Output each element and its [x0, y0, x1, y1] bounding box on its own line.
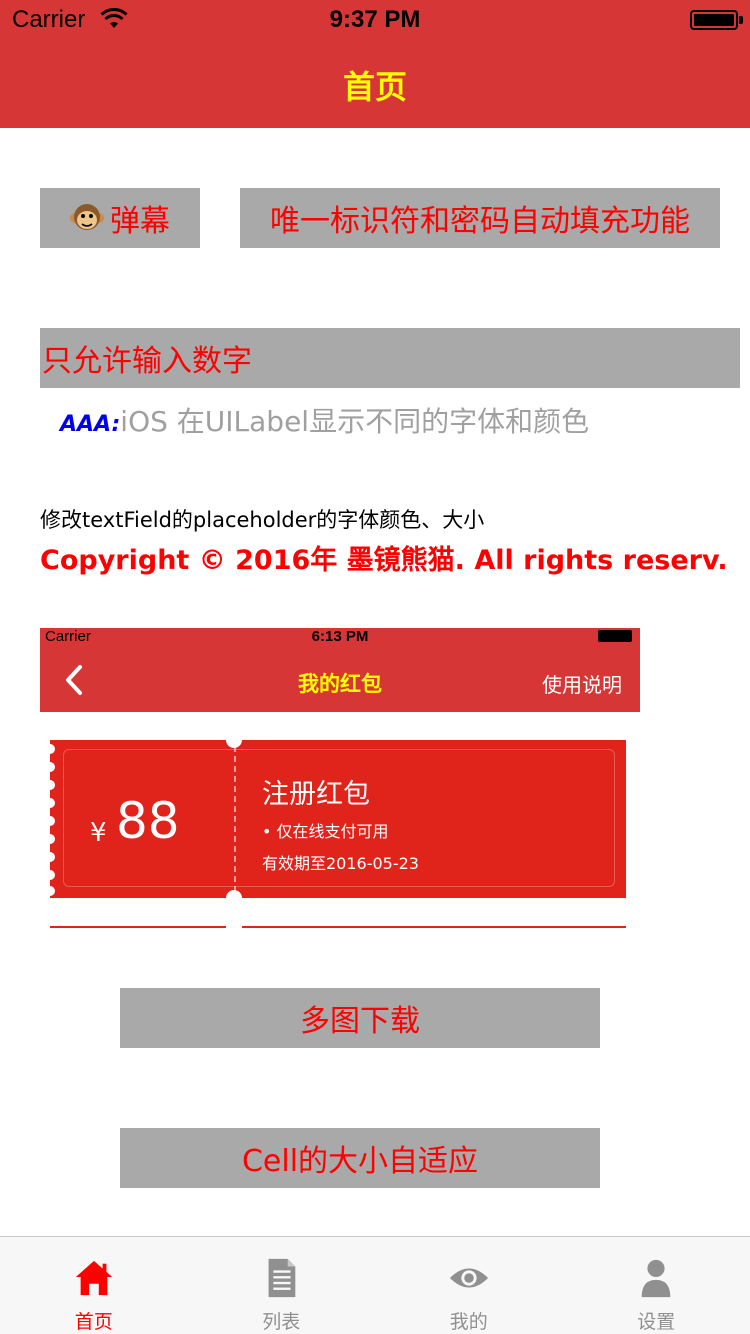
- document-icon: [268, 1258, 296, 1298]
- tab-settings[interactable]: 设置: [563, 1237, 750, 1334]
- person-icon: [641, 1259, 671, 1298]
- coupon-bottom-line-left: [50, 926, 226, 928]
- danmu-button[interactable]: 弹幕: [40, 188, 200, 248]
- tab-bar: 首页 列表 我的 设置: [0, 1236, 750, 1334]
- tab-list-label: 列表: [262, 1311, 301, 1333]
- tab-mine-label: 我的: [449, 1311, 488, 1333]
- embedded-battery-icon: [598, 630, 632, 642]
- multi-download-button[interactable]: 多图下载: [120, 988, 600, 1048]
- red-packet-image: Carrier 6:13 PM 我的红包 使用说明 ¥ 88 注册红包 • 仅在…: [40, 628, 640, 928]
- placeholder-label: 修改textField的placeholder的字体颜色、大小: [40, 508, 485, 532]
- embedded-nav-bar: Carrier 6:13 PM 我的红包 使用说明: [40, 628, 640, 712]
- coupon-bottom-line-right: [242, 926, 626, 928]
- autofill-button[interactable]: 唯一标识符和密码自动填充功能: [240, 188, 720, 248]
- monkey-icon: [70, 204, 104, 230]
- coupon-rule-1: • 仅在线支付可用: [262, 822, 389, 841]
- attributed-prefix: AAA:: [60, 412, 121, 437]
- coupon-notch-bottom: [226, 890, 242, 906]
- tab-home[interactable]: 首页: [0, 1237, 188, 1334]
- navigation-bar: Carrier 9:37 PM 首页: [0, 0, 750, 128]
- coupon-currency: ¥: [90, 818, 107, 848]
- multi-download-label: 多图下载: [300, 1004, 420, 1039]
- attributed-text: iOS 在UILabel显示不同的字体和颜色: [120, 405, 590, 438]
- copyright-label: Copyright © 2016年 墨镜熊猫. All rights reser…: [40, 545, 730, 576]
- battery-tip: [739, 16, 743, 24]
- cell-adaptive-button[interactable]: Cell的大小自适应: [120, 1128, 600, 1188]
- tab-mine[interactable]: 我的: [375, 1237, 563, 1334]
- tab-settings-label: 设置: [637, 1311, 676, 1333]
- embedded-time: 6:13 PM: [311, 628, 369, 645]
- cell-adaptive-label: Cell的大小自适应: [241, 1144, 479, 1179]
- home-icon: [75, 1260, 112, 1296]
- attributed-label: AAA:iOS 在UILabel显示不同的字体和颜色: [60, 400, 589, 440]
- coupon-notch-top: [226, 732, 242, 748]
- embedded-usage-link: 使用说明: [542, 673, 622, 697]
- screen: Carrier 9:37 PM 首页 弹幕 唯一标识符和密码自动填充功能 只允许…: [0, 0, 750, 1334]
- tab-list[interactable]: 列表: [188, 1237, 376, 1334]
- numbers-only-field[interactable]: 只允许输入数字: [40, 328, 740, 388]
- autofill-label: 唯一标识符和密码自动填充功能: [270, 204, 690, 239]
- battery-icon: [690, 10, 738, 30]
- status-time: 9:37 PM: [329, 6, 421, 33]
- danmu-label: 弹幕: [110, 204, 170, 239]
- coupon-card: ¥ 88 注册红包 • 仅在线支付可用 有效期至2016-05-23: [45, 732, 626, 906]
- eye-icon: [449, 1268, 488, 1288]
- page-title: 首页: [342, 68, 407, 106]
- coupon-divider: [234, 746, 236, 892]
- numbers-only-label: 只允许输入数字: [42, 344, 252, 379]
- coupon-amount: 88: [116, 792, 180, 850]
- coupon-rule-2: 有效期至2016-05-23: [262, 854, 419, 873]
- tab-home-label: 首页: [74, 1311, 113, 1333]
- coupon-name: 注册红包: [262, 779, 370, 810]
